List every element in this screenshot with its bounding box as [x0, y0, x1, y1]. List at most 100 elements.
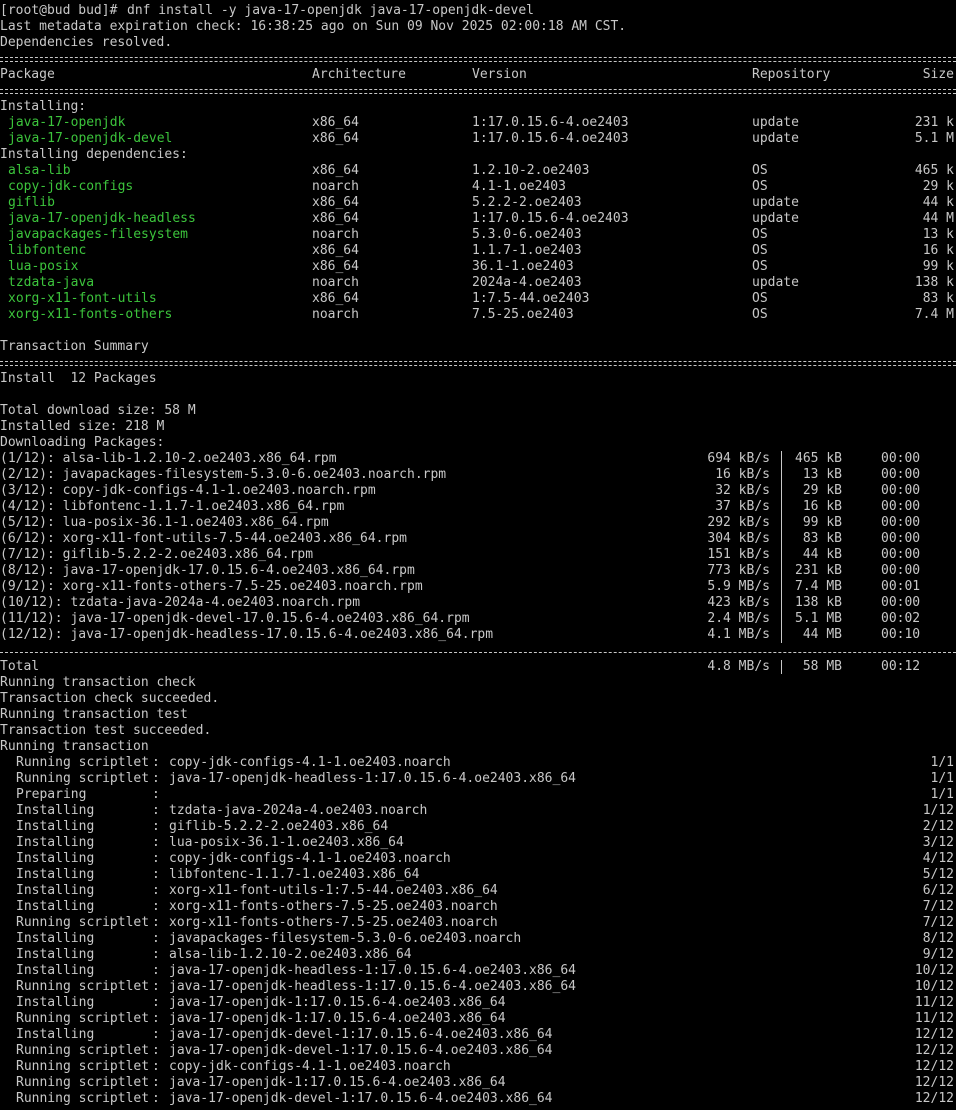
download-size: 83 kB [802, 531, 842, 546]
package-name: libfontenc [8, 243, 87, 258]
package-name: java-17-openjdk [8, 115, 126, 130]
package-row: alsa-lib x86_64 1.2.10-2.oe2403 OS 465 k [0, 163, 956, 179]
download-time: 00:00 [881, 531, 921, 546]
header-repository: Repository [752, 67, 831, 82]
download-speed: 151 kB/s [707, 547, 770, 562]
column-divider [781, 547, 782, 563]
transaction-step-row: Installing : java-17-openjdk-1:17.0.15.6-… [0, 995, 956, 1011]
download-size: 16 kB [802, 499, 842, 514]
single-separator [0, 652, 956, 653]
step-action: Running scriptlet [16, 771, 150, 786]
step-count: 1/1 [930, 771, 954, 786]
package-repository: OS [752, 163, 768, 178]
package-row: java-17-openjdk-devel x86_64 1:17.0.15.6-4… [0, 131, 956, 147]
step-count: 12/12 [914, 1027, 954, 1042]
step-package: xorg-x11-font-utils-1:7.5-44.oe2403.x86_… [169, 883, 498, 898]
package-version: 1:7.5-44.oe2403 [472, 291, 590, 306]
step-package: java-17-openjdk-1:17.0.15.6-4.oe2403.x86… [169, 1075, 506, 1090]
download-row: (3/12): copy-jdk-configs-4.1-1.oe2403.no… [0, 483, 956, 499]
total-label: Total [0, 659, 40, 674]
column-divider [781, 627, 782, 643]
download-row: (12/12): java-17-openjdk-headless-17.0.1… [0, 627, 956, 643]
package-name: copy-jdk-configs [8, 179, 134, 194]
step-action: Installing [16, 947, 150, 962]
step-package: javapackages-filesystem-5.3.0-6.oe2403.n… [169, 931, 522, 946]
step-count: 12/12 [914, 1043, 954, 1058]
metadata-line: Last metadata expiration check: 16:38:25… [0, 19, 627, 34]
step-separator: : [152, 1011, 160, 1026]
step-action: Running scriptlet [16, 755, 150, 770]
download-speed: 5.9 MB/s [707, 579, 770, 594]
deps-resolved-line: Dependencies resolved. [0, 35, 173, 50]
download-row: (2/12): javapackages-filesystem-5.3.0-6.… [0, 467, 956, 483]
step-count: 11/12 [914, 995, 954, 1010]
download-time: 00:00 [881, 595, 921, 610]
command-prompt-line: [root@bud bud]# dnf install -y java-17-o… [0, 3, 956, 19]
package-repository: OS [752, 243, 768, 258]
step-separator: : [152, 1091, 160, 1106]
download-time: 00:00 [881, 563, 921, 578]
package-name: java-17-openjdk-headless [8, 211, 196, 226]
package-size: 7.4 M [914, 307, 954, 322]
download-row: (10/12): tzdata-java-2024a-4.oe2403.noar… [0, 595, 956, 611]
package-row: xorg-x11-font-utils x86_64 1:7.5-44.oe2403… [0, 291, 956, 307]
package-size: 44 k [922, 195, 954, 210]
package-size: 99 k [922, 259, 954, 274]
transaction-step-row: Running scriptlet: xorg-x11-fonts-others-… [0, 915, 956, 931]
step-action: Installing [16, 995, 150, 1010]
step-action: Running scriptlet [16, 1091, 150, 1106]
step-count: 1/1 [930, 787, 954, 802]
double-separator [0, 89, 956, 94]
step-count: 1/12 [922, 803, 954, 818]
package-size: 231 k [914, 115, 954, 130]
transaction-status-line: Running transaction check [0, 675, 196, 690]
package-name: giflib [8, 195, 55, 210]
package-repository: update [752, 131, 799, 146]
header-architecture: Architecture [312, 67, 406, 82]
package-row: lua-posix x86_64 36.1-1.oe2403 OS 99 k [0, 259, 956, 275]
transaction-step-row: Installing : lua-posix-36.1-1.oe2403.x86_… [0, 835, 956, 851]
download-row: (1/12): alsa-lib-1.2.10-2.oe2403.x86_64.… [0, 451, 956, 467]
step-separator: : [152, 931, 160, 946]
download-row: (7/12): giflib-5.2.2-2.oe2403.x86_64.rpm… [0, 547, 956, 563]
step-action: Running scriptlet [16, 979, 150, 994]
step-separator: : [152, 819, 160, 834]
installing-label: Installing: [0, 99, 87, 114]
package-name: xorg-x11-fonts-others [8, 307, 173, 322]
step-separator: : [152, 947, 160, 962]
transaction-step-row: Installing : giflib-5.2.2-2.oe2403.x86_64… [0, 819, 956, 835]
download-file: (3/12): copy-jdk-configs-4.1-1.oe2403.no… [0, 483, 376, 498]
package-size: 465 k [914, 163, 954, 178]
download-file: (12/12): java-17-openjdk-headless-17.0.1… [0, 627, 494, 642]
shell-prompt: [root@bud bud]# [0, 3, 118, 18]
package-size: 44 M [922, 211, 954, 226]
transaction-step-row: Running scriptlet: copy-jdk-configs-4.1-1… [0, 1059, 956, 1075]
transaction-status-line: Transaction check succeeded. [0, 691, 220, 706]
package-arch: x86_64 [312, 259, 359, 274]
download-speed: 2.4 MB/s [707, 611, 770, 626]
step-separator: : [152, 995, 160, 1010]
download-speed: 37 kB/s [715, 499, 770, 514]
package-size: 138 k [914, 275, 954, 290]
download-time: 00:00 [881, 451, 921, 466]
step-action: Installing [16, 819, 150, 834]
transaction-summary-title: Transaction Summary [0, 339, 149, 354]
step-action: Installing [16, 851, 150, 866]
header-size: Size [922, 67, 954, 82]
package-name: javapackages-filesystem [8, 227, 189, 242]
download-file: (2/12): javapackages-filesystem-5.3.0-6.… [0, 467, 447, 482]
package-repository: update [752, 275, 799, 290]
package-size: 29 k [922, 179, 954, 194]
package-arch: x86_64 [312, 291, 359, 306]
package-row: tzdata-java noarch 2024a-4.oe2403 update 138… [0, 275, 956, 291]
package-arch: x86_64 [312, 115, 359, 130]
package-arch: noarch [312, 275, 359, 290]
terminal-window[interactable]: [root@bud bud]# dnf install -y java-17-o… [0, 0, 956, 1110]
transaction-step-row: Installing : xorg-x11-fonts-others-7.5-25… [0, 899, 956, 915]
step-count: 7/12 [922, 899, 954, 914]
transaction-step-row: Installing : java-17-openjdk-devel-1:17.0… [0, 1027, 956, 1043]
step-package: java-17-openjdk-1:17.0.15.6-4.oe2403.x86… [169, 995, 506, 1010]
package-row: copy-jdk-configs noarch 4.1-1.oe2403 OS 29 k [0, 179, 956, 195]
dependencies-label: Installing dependencies: [0, 147, 188, 162]
download-time: 00:00 [881, 515, 921, 530]
